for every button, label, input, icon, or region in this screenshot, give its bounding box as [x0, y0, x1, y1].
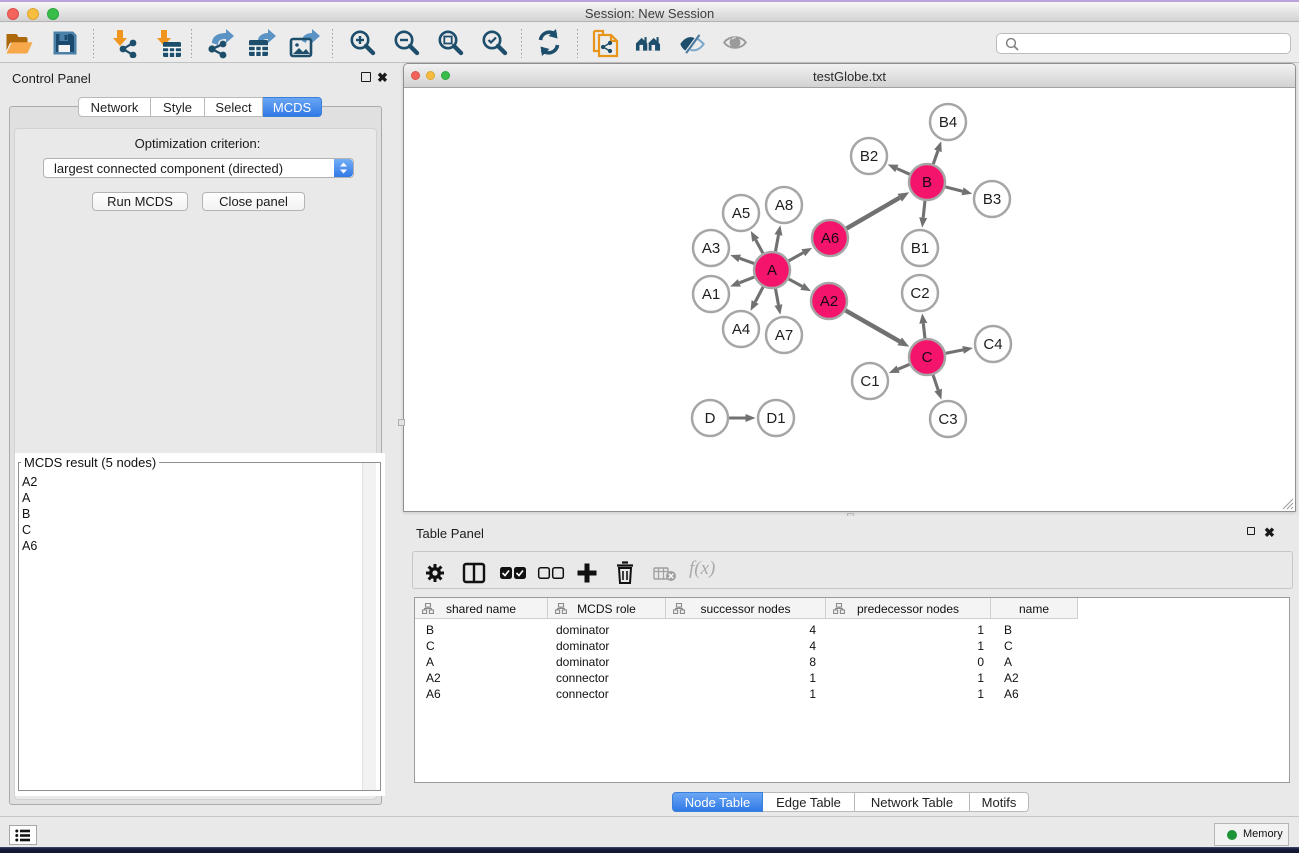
svg-text:A5: A5 — [732, 205, 750, 222]
svg-text:C1: C1 — [860, 373, 879, 390]
svg-text:D: D — [705, 410, 716, 427]
svg-text:B: B — [922, 174, 932, 191]
svg-text:C4: C4 — [983, 336, 1002, 353]
svg-text:C2: C2 — [910, 285, 929, 302]
svg-text:C3: C3 — [938, 411, 957, 428]
svg-text:A8: A8 — [775, 197, 793, 214]
svg-text:D1: D1 — [766, 410, 785, 427]
svg-text:B1: B1 — [911, 240, 929, 257]
svg-text:B4: B4 — [939, 114, 957, 131]
svg-text:A2: A2 — [820, 293, 838, 310]
svg-text:C: C — [922, 349, 933, 366]
svg-text:B3: B3 — [983, 191, 1001, 208]
svg-text:A6: A6 — [821, 230, 839, 247]
svg-text:A3: A3 — [702, 240, 720, 257]
svg-text:B2: B2 — [860, 148, 878, 165]
svg-text:A1: A1 — [702, 286, 720, 303]
svg-text:A7: A7 — [775, 327, 793, 344]
svg-text:A: A — [767, 262, 777, 279]
svg-text:A4: A4 — [732, 321, 750, 338]
